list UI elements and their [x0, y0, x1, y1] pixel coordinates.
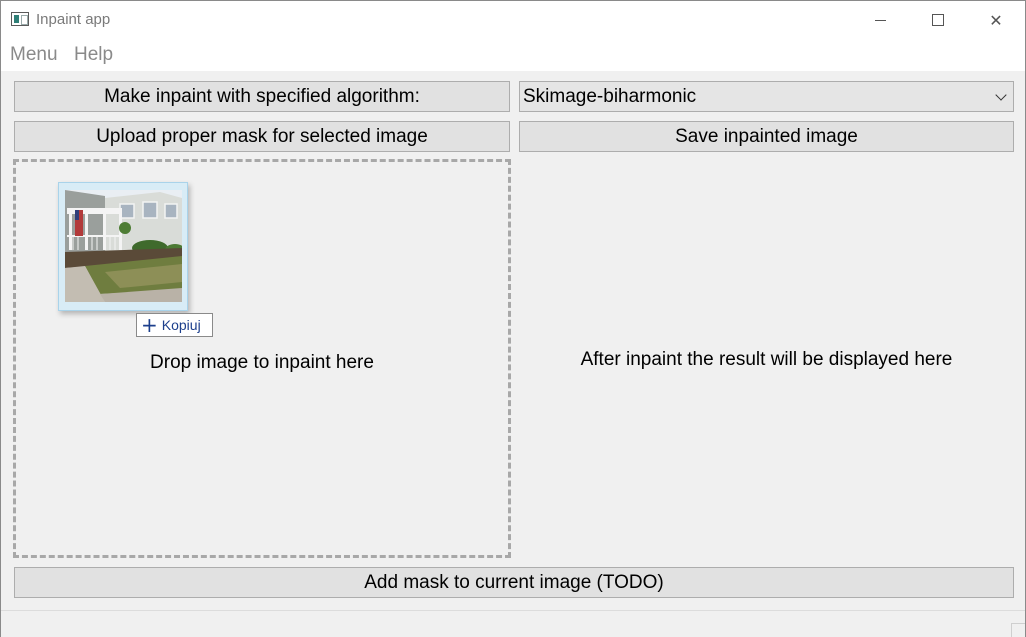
close-icon: ✕	[989, 10, 1003, 30]
window-title: Inpaint app	[36, 11, 111, 28]
maximize-button[interactable]	[909, 1, 967, 39]
menu-item-menu[interactable]: Menu	[10, 44, 58, 66]
maximize-icon	[932, 14, 944, 26]
menu-bar: Menu Help	[1, 39, 1025, 71]
inpaint-algorithm-button[interactable]: Make inpaint with specified algorithm:	[14, 81, 510, 112]
result-placeholder: After inpaint the result will be display…	[580, 349, 953, 370]
minimize-button[interactable]	[851, 1, 909, 39]
close-button[interactable]: ✕	[967, 1, 1025, 39]
chevron-down-icon	[995, 89, 1007, 101]
copy-drag-badge: + Kopiuj	[136, 313, 213, 337]
house-photo-thumbnail	[65, 190, 182, 302]
drag-preview-thumbnail	[58, 182, 188, 311]
app-window-icon	[11, 12, 29, 26]
copy-badge-label: Kopiuj	[161, 317, 201, 333]
drop-zone-label: Drop image to inpaint here	[150, 352, 374, 373]
algorithm-select-value: Skimage-biharmonic	[523, 86, 697, 107]
resize-grip-icon[interactable]	[1011, 623, 1025, 637]
plus-icon: +	[141, 313, 158, 337]
add-mask-button[interactable]: Add mask to current image (TODO)	[14, 567, 1014, 598]
upload-mask-button[interactable]: Upload proper mask for selected image	[14, 121, 510, 152]
save-inpainted-button[interactable]: Save inpainted image	[519, 121, 1014, 152]
minimize-icon	[874, 19, 886, 21]
app-window: Inpaint app ✕ Menu Help Make inpaint wit…	[0, 0, 1026, 637]
algorithm-select[interactable]: Skimage-biharmonic	[519, 81, 1014, 112]
title-bar[interactable]: Inpaint app ✕	[1, 1, 1025, 39]
status-bar	[1, 610, 1025, 637]
menu-item-help[interactable]: Help	[74, 44, 113, 66]
